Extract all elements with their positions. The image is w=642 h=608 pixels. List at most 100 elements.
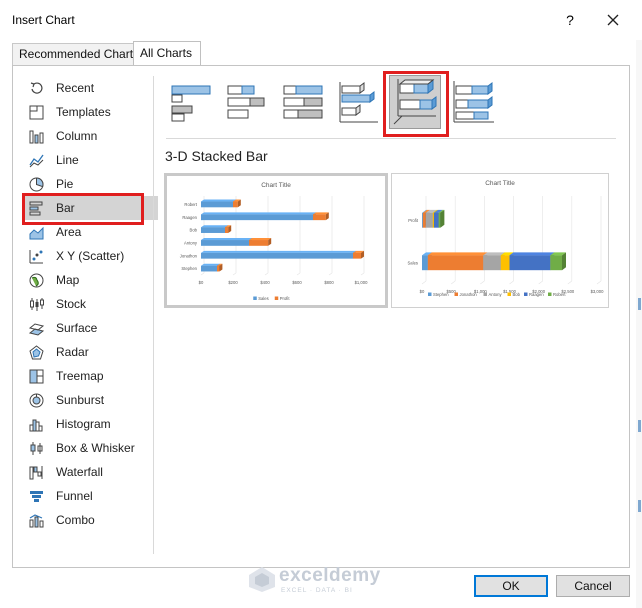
bar-segment bbox=[509, 255, 551, 271]
legend-label: Profit bbox=[280, 296, 291, 301]
bar-top bbox=[509, 252, 555, 256]
waterfall-chart-icon bbox=[29, 466, 43, 480]
chart-type-label: Pie bbox=[56, 177, 74, 191]
x-tick-label: $0 bbox=[420, 289, 425, 294]
grid-line bbox=[200, 272, 205, 276]
chart-title: Chart Title bbox=[485, 180, 515, 187]
chart-type-x-y-scatter[interactable]: X Y (Scatter) bbox=[23, 244, 158, 268]
bar-segment bbox=[425, 212, 433, 228]
stacked-bar-icon bbox=[227, 85, 265, 119]
chart-type-stock[interactable]: Stock bbox=[23, 292, 158, 316]
cancel-button[interactable]: Cancel bbox=[556, 575, 630, 597]
chart-type-line[interactable]: Line bbox=[23, 148, 158, 172]
treemap-chart-icon bbox=[29, 369, 44, 384]
bar-top bbox=[201, 212, 316, 215]
sunburst-chart-icon bbox=[29, 393, 44, 408]
bar-segment bbox=[483, 255, 501, 271]
chart-type-combo[interactable]: Combo bbox=[23, 508, 158, 532]
chart-type-map[interactable]: Map bbox=[23, 268, 158, 292]
legend-swatch bbox=[428, 292, 432, 296]
chart-type-sunburst[interactable]: Sunburst bbox=[23, 388, 158, 412]
grid-line bbox=[360, 272, 365, 276]
chart-subtype-clustered-bar[interactable] bbox=[166, 78, 216, 130]
chart-subtype-3d-100-stacked-bar[interactable] bbox=[448, 78, 498, 130]
chart-subtype-100-stacked-bar[interactable] bbox=[278, 78, 328, 130]
ok-button[interactable]: OK bbox=[474, 575, 548, 597]
divider bbox=[153, 76, 154, 554]
chart-type-label: Histogram bbox=[56, 417, 111, 431]
funnel-chart-icon bbox=[30, 491, 43, 502]
chart-type-box-whisker[interactable]: Box & Whisker bbox=[23, 436, 158, 460]
chart-preview-2[interactable]: Chart Title $0 $500 $1,000 $1,500 $2,000 $2,50… bbox=[391, 173, 609, 308]
background-mark bbox=[638, 500, 641, 512]
bar-top bbox=[201, 199, 236, 202]
chart-type-histogram[interactable]: Histogram bbox=[23, 412, 158, 436]
chart-type-recent[interactable]: Recent bbox=[23, 76, 158, 100]
x-tick-label: $600 bbox=[292, 280, 302, 285]
grid-line bbox=[596, 280, 602, 285]
scatter-chart-icon bbox=[29, 250, 43, 264]
chart-type-radar[interactable]: Radar bbox=[23, 340, 158, 364]
bar-segment bbox=[422, 212, 426, 228]
legend-swatch bbox=[507, 292, 511, 296]
chart-subtype-3d-clustered-bar[interactable] bbox=[334, 78, 384, 130]
100-stacked-bar-icon bbox=[283, 85, 323, 119]
chart-type-label: Templates bbox=[56, 105, 111, 119]
chart-type-list: Recent Templates Column Line Pie Bar Area X Y (… bbox=[23, 76, 158, 532]
chart-type-label: Line bbox=[56, 153, 79, 167]
map-chart-icon bbox=[29, 273, 44, 288]
templates-icon bbox=[29, 105, 44, 120]
watermark-subtext: EXCEL · DATA · BI bbox=[281, 587, 353, 594]
chart-type-treemap[interactable]: Treemap bbox=[23, 364, 158, 388]
chart-subtype-stacked-bar[interactable] bbox=[222, 78, 272, 130]
pie-chart-icon bbox=[29, 177, 44, 192]
recent-icon bbox=[30, 82, 43, 94]
x-tick-label: $200 bbox=[228, 280, 238, 285]
bar-segment bbox=[422, 212, 423, 228]
tab-all-charts[interactable]: All Charts bbox=[133, 41, 201, 65]
chart-type-waterfall[interactable]: Waterfall bbox=[23, 460, 158, 484]
y-category-label: Bob bbox=[190, 228, 198, 233]
background-mark bbox=[638, 298, 641, 310]
legend-swatch bbox=[524, 292, 528, 296]
bar-segment bbox=[201, 201, 233, 208]
background-window-edge bbox=[636, 40, 642, 608]
chart-title: Chart Title bbox=[261, 182, 291, 189]
legend-label: Robert bbox=[553, 292, 566, 297]
grid-line bbox=[328, 272, 333, 276]
x-tick-label: $0 bbox=[199, 280, 204, 285]
bar-top bbox=[201, 250, 356, 253]
grid-line bbox=[232, 272, 237, 276]
chart-type-label: Stock bbox=[56, 297, 87, 311]
chart-type-templates[interactable]: Templates bbox=[23, 100, 158, 124]
bar-segment bbox=[353, 252, 361, 259]
grid-line bbox=[567, 280, 573, 285]
chart-type-label: Sunburst bbox=[56, 393, 105, 407]
legend-label: Sales bbox=[258, 296, 268, 301]
chart-subtype-3d-stacked-bar[interactable] bbox=[389, 75, 441, 129]
help-button[interactable]: ? bbox=[560, 9, 580, 31]
close-icon bbox=[607, 14, 619, 26]
chart-type-bar[interactable]: Bar bbox=[23, 196, 158, 220]
chart-type-funnel[interactable]: Funnel bbox=[23, 484, 158, 508]
grid-line bbox=[264, 272, 269, 276]
tab-recommended-charts[interactable]: Recommended Charts bbox=[12, 43, 139, 66]
chart-type-label: Funnel bbox=[56, 489, 93, 503]
chart-preview-1[interactable]: Chart Title $0 $200 $400 $600 $800 $1,000 Steph… bbox=[164, 173, 388, 308]
bar-segment bbox=[201, 214, 313, 221]
bar-segment bbox=[438, 212, 441, 228]
legend-label: Raagen bbox=[529, 292, 544, 297]
chart-type-area[interactable]: Area bbox=[23, 220, 158, 244]
clustered-bar-icon bbox=[171, 85, 211, 122]
close-button[interactable] bbox=[600, 8, 626, 32]
bar-segment bbox=[201, 227, 225, 233]
chart-type-column[interactable]: Column bbox=[23, 124, 158, 148]
chart-type-pie[interactable]: Pie bbox=[23, 172, 158, 196]
bar-chart-icon bbox=[29, 201, 43, 216]
3d-clustered-bar-icon bbox=[339, 82, 378, 123]
chart-type-label: Treemap bbox=[56, 369, 104, 383]
bar-top bbox=[201, 225, 228, 228]
stock-chart-icon bbox=[30, 298, 44, 311]
chart-type-surface[interactable]: Surface bbox=[23, 316, 158, 340]
grid-line bbox=[450, 280, 456, 285]
